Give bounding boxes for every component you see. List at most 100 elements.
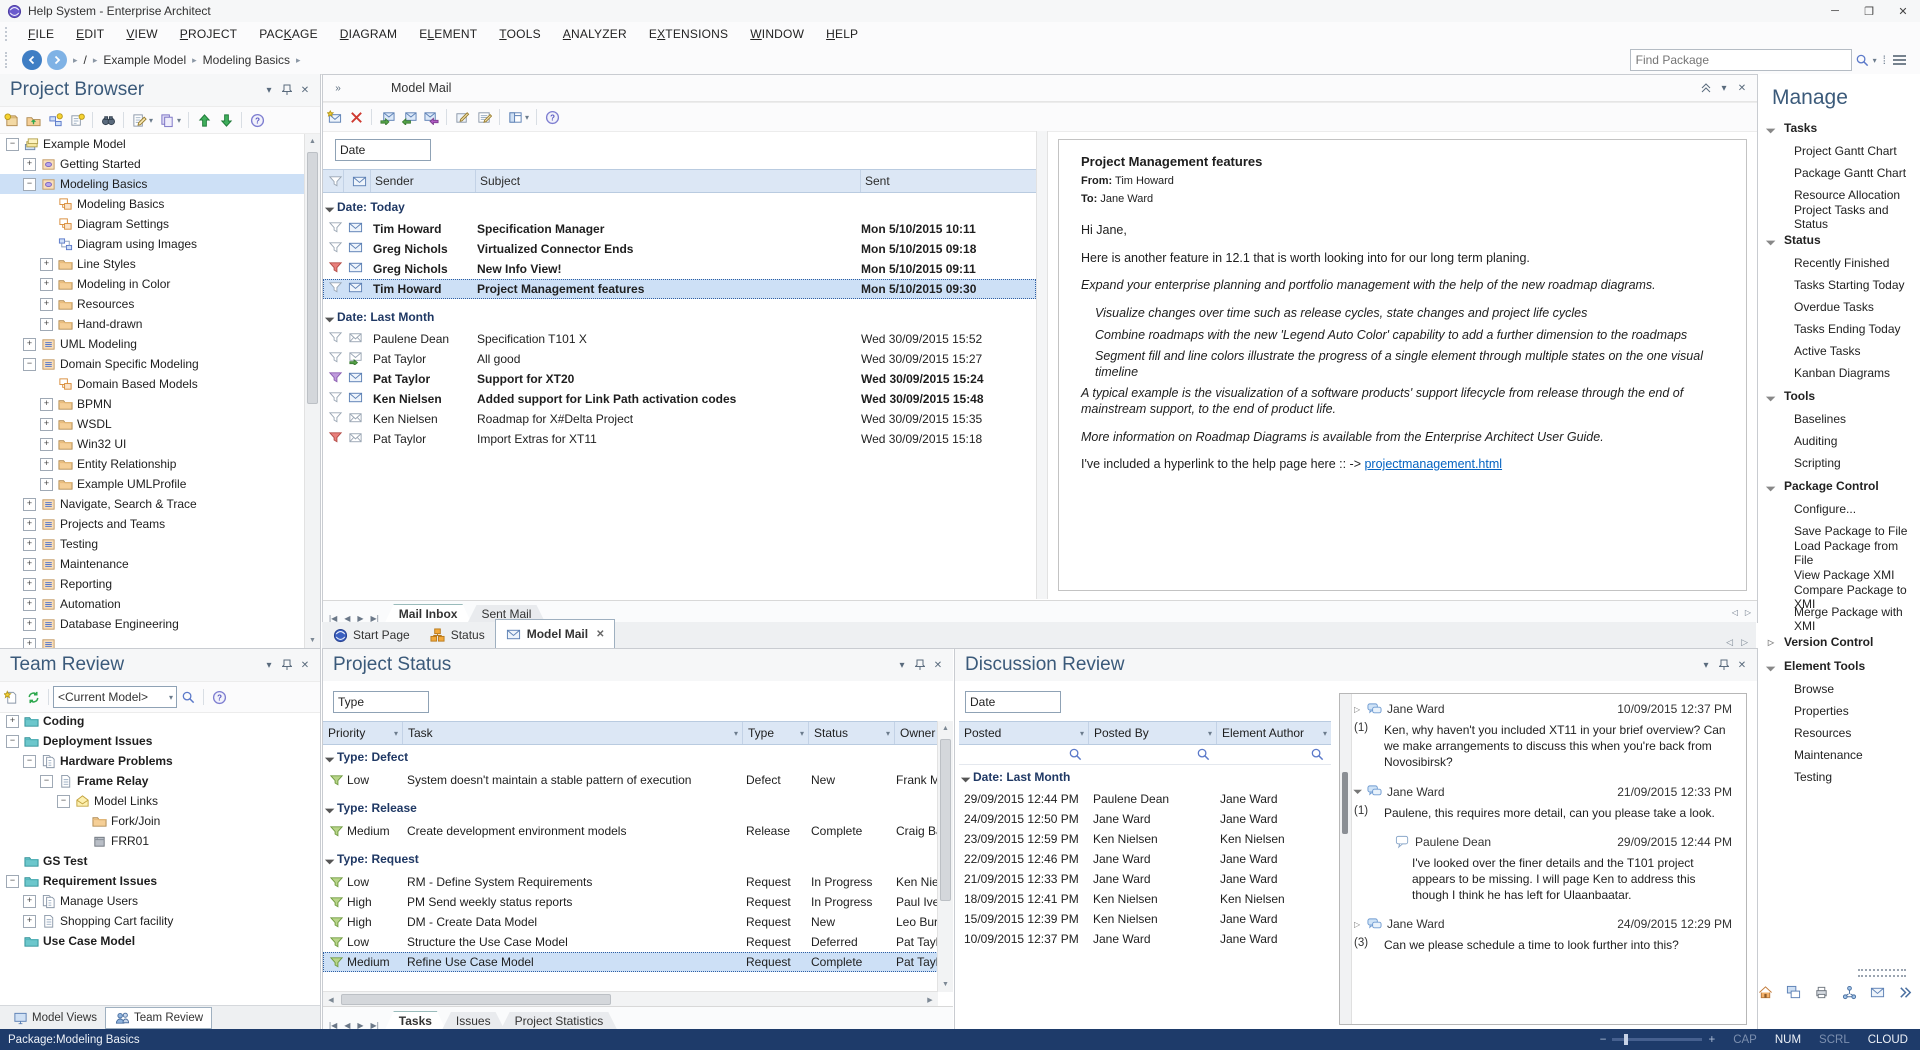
collapse-pane-icon[interactable]	[1697, 80, 1715, 96]
tab-model-views[interactable]: Model Views	[4, 1008, 105, 1028]
thread-expand-icon[interactable]: ▷	[1354, 705, 1366, 714]
mail-row[interactable]: Tim HowardSpecification ManagerMon 5/10/…	[323, 219, 1036, 239]
pin-icon[interactable]	[1715, 657, 1733, 673]
mail-splitter[interactable]	[1036, 131, 1048, 599]
status-group-header[interactable]: ◢Type: Release	[323, 795, 938, 821]
project-browser-item[interactable]: +Hand-drawn	[0, 314, 304, 334]
menu-project[interactable]: PROJECT	[169, 27, 248, 41]
project-browser-item[interactable]: Diagram Settings	[0, 214, 304, 234]
tab-scroll-right-icon[interactable]: ▷	[1741, 637, 1748, 648]
manage-item-merge-package-with-xmi[interactable]: Merge Package with XMI	[1758, 608, 1920, 630]
edit-document-button[interactable]: ▾	[128, 109, 156, 131]
chevron-down-icon[interactable]: ▾	[169, 693, 173, 702]
scroll-left-icon[interactable]: ◁	[1732, 608, 1738, 617]
panel-menu-icon[interactable]: ▾	[260, 82, 278, 98]
more-tools-button[interactable]	[1894, 981, 1916, 1003]
group-expanded-icon[interactable]: ◢	[323, 309, 338, 325]
find-package-input[interactable]	[1630, 49, 1852, 71]
tree-expander-icon[interactable]: +	[23, 638, 36, 649]
manage-section-version-control[interactable]: ▷Version Control	[1758, 630, 1920, 654]
thread-expand-icon[interactable]: ▷	[1354, 920, 1366, 929]
tree-expander-icon[interactable]: +	[40, 418, 53, 431]
tree-expander-icon[interactable]: −	[23, 178, 36, 191]
mail-row[interactable]: Greg NicholsNew Info View!Mon 5/10/2015 …	[323, 259, 1036, 279]
project-browser-item[interactable]: +Database Engineering	[0, 614, 304, 634]
maximize-button[interactable]: ❐	[1852, 1, 1886, 22]
project-browser-item[interactable]: +Example UMLProfile	[0, 474, 304, 494]
manage-item-active-tasks[interactable]: Active Tasks	[1758, 340, 1920, 362]
menu-tools[interactable]: TOOLS	[488, 27, 551, 41]
toolbar-options-button[interactable]: ⁞	[1880, 49, 1889, 71]
element-author-search-cell[interactable]	[1217, 746, 1331, 762]
tree-expander-icon[interactable]: +	[40, 298, 53, 311]
menu-package[interactable]: PACKAGE	[248, 27, 329, 41]
team-review-item[interactable]: −Requirement Issues	[0, 871, 320, 891]
project-browser-item[interactable]: +Getting Started	[0, 154, 304, 174]
panel-menu-icon[interactable]: ▾	[893, 657, 911, 673]
menu-element[interactable]: ELEMENT	[408, 27, 488, 41]
tree-expander-icon[interactable]: +	[40, 458, 53, 471]
mail-row[interactable]: Paulene DeanSpecification T101 XWed 30/0…	[323, 329, 1036, 349]
status-filter-bar-input[interactable]	[333, 691, 429, 713]
tree-expander-icon[interactable]: +	[23, 338, 36, 351]
tree-expander-icon[interactable]: −	[6, 138, 19, 151]
manage-item-load-package-from-file[interactable]: Load Package from File	[1758, 542, 1920, 564]
expand-panel-icon[interactable]: »	[329, 80, 347, 96]
tree-expander-icon[interactable]: −	[23, 755, 36, 768]
panel-menu-icon[interactable]: ▾	[1697, 657, 1715, 673]
menu-diagram[interactable]: DIAGRAM	[329, 27, 408, 41]
discussion-row[interactable]: 22/09/2015 12:46 PMJane WardJane Ward	[959, 849, 1331, 869]
browse-package-button[interactable]	[22, 109, 44, 131]
project-browser-item[interactable]: +Automation	[0, 594, 304, 614]
menu-analyzer[interactable]: ANALYZER	[552, 27, 638, 41]
tree-expander-icon[interactable]: +	[23, 538, 36, 551]
tree-expander-icon[interactable]: +	[40, 398, 53, 411]
project-browser-item[interactable]: +Resources	[0, 294, 304, 314]
type-column-header[interactable]: Type▾	[743, 722, 809, 744]
tree-expander-icon[interactable]: −	[6, 735, 19, 748]
tree-expander-icon[interactable]: +	[40, 278, 53, 291]
manage-item-configure-[interactable]: Configure...	[1758, 498, 1920, 520]
zoom-slider[interactable]	[1612, 1038, 1702, 1041]
delete-mail-button[interactable]	[345, 106, 367, 128]
tree-expander-icon[interactable]: −	[6, 875, 19, 888]
manage-item-scripting[interactable]: Scripting	[1758, 452, 1920, 474]
zoom-in-icon[interactable]: +	[1708, 1034, 1715, 1046]
tree-expander-icon[interactable]: +	[40, 438, 53, 451]
manage-item-browse[interactable]: Browse	[1758, 678, 1920, 700]
menu-view[interactable]: VIEW	[115, 27, 168, 41]
window-layout-button[interactable]	[1782, 981, 1804, 1003]
section-collapsed-icon[interactable]: ▷	[1758, 638, 1784, 647]
manage-item-project-gantt-chart[interactable]: Project Gantt Chart	[1758, 140, 1920, 162]
discussion-row[interactable]: 18/09/2015 12:41 PMKen NielsenKen Nielse…	[959, 889, 1331, 909]
status-group-header[interactable]: ◢Type: Defect	[323, 744, 938, 770]
section-expanded-icon[interactable]: ◢	[1759, 654, 1784, 679]
back-button[interactable]	[22, 50, 42, 70]
scroll-right-icon[interactable]: ▶	[922, 996, 938, 1004]
tab-mail-inbox[interactable]: Mail Inbox	[385, 604, 472, 623]
project-browser-item[interactable]: Diagram using Images	[0, 234, 304, 254]
close-panel-icon[interactable]: ✕	[296, 657, 314, 673]
dropdown-icon[interactable]: ▾	[149, 116, 153, 125]
project-browser-item[interactable]: +Win32 UI	[0, 434, 304, 454]
team-review-item[interactable]: +Coding	[0, 711, 320, 731]
owner-column-header[interactable]: Owner	[895, 722, 938, 744]
mail-row[interactable]: Pat TaylorSupport for XT20Wed 30/09/2015…	[323, 369, 1036, 389]
project-browser-item[interactable]: +BPMN	[0, 394, 304, 414]
discussion-row[interactable]: 10/09/2015 12:37 PMJane WardJane Ward	[959, 929, 1331, 949]
search-button[interactable]	[177, 686, 199, 708]
tree-expander-icon[interactable]: −	[40, 775, 53, 788]
new-mail-button[interactable]	[323, 106, 345, 128]
mark-mail-button[interactable]	[451, 106, 473, 128]
project-browser-item[interactable]: +	[0, 634, 304, 648]
team-review-item[interactable]: Use Case Model	[0, 931, 320, 951]
manage-item-tasks-starting-today[interactable]: Tasks Starting Today	[1758, 274, 1920, 296]
scroll-up-icon[interactable]: ▲	[938, 721, 953, 736]
section-expanded-icon[interactable]: ◢	[1759, 228, 1784, 253]
close-panel-icon[interactable]: ✕	[929, 657, 947, 673]
tree-expander-icon[interactable]: +	[23, 578, 36, 591]
doc-tab-start-page[interactable]: Start Page	[322, 622, 420, 648]
thread-post-header[interactable]: ◢Jane Ward21/09/2015 12:33 PM	[1354, 781, 1742, 803]
team-review-item[interactable]: −Hardware Problems	[0, 751, 320, 771]
team-review-item[interactable]: Fork/Join	[0, 811, 320, 831]
